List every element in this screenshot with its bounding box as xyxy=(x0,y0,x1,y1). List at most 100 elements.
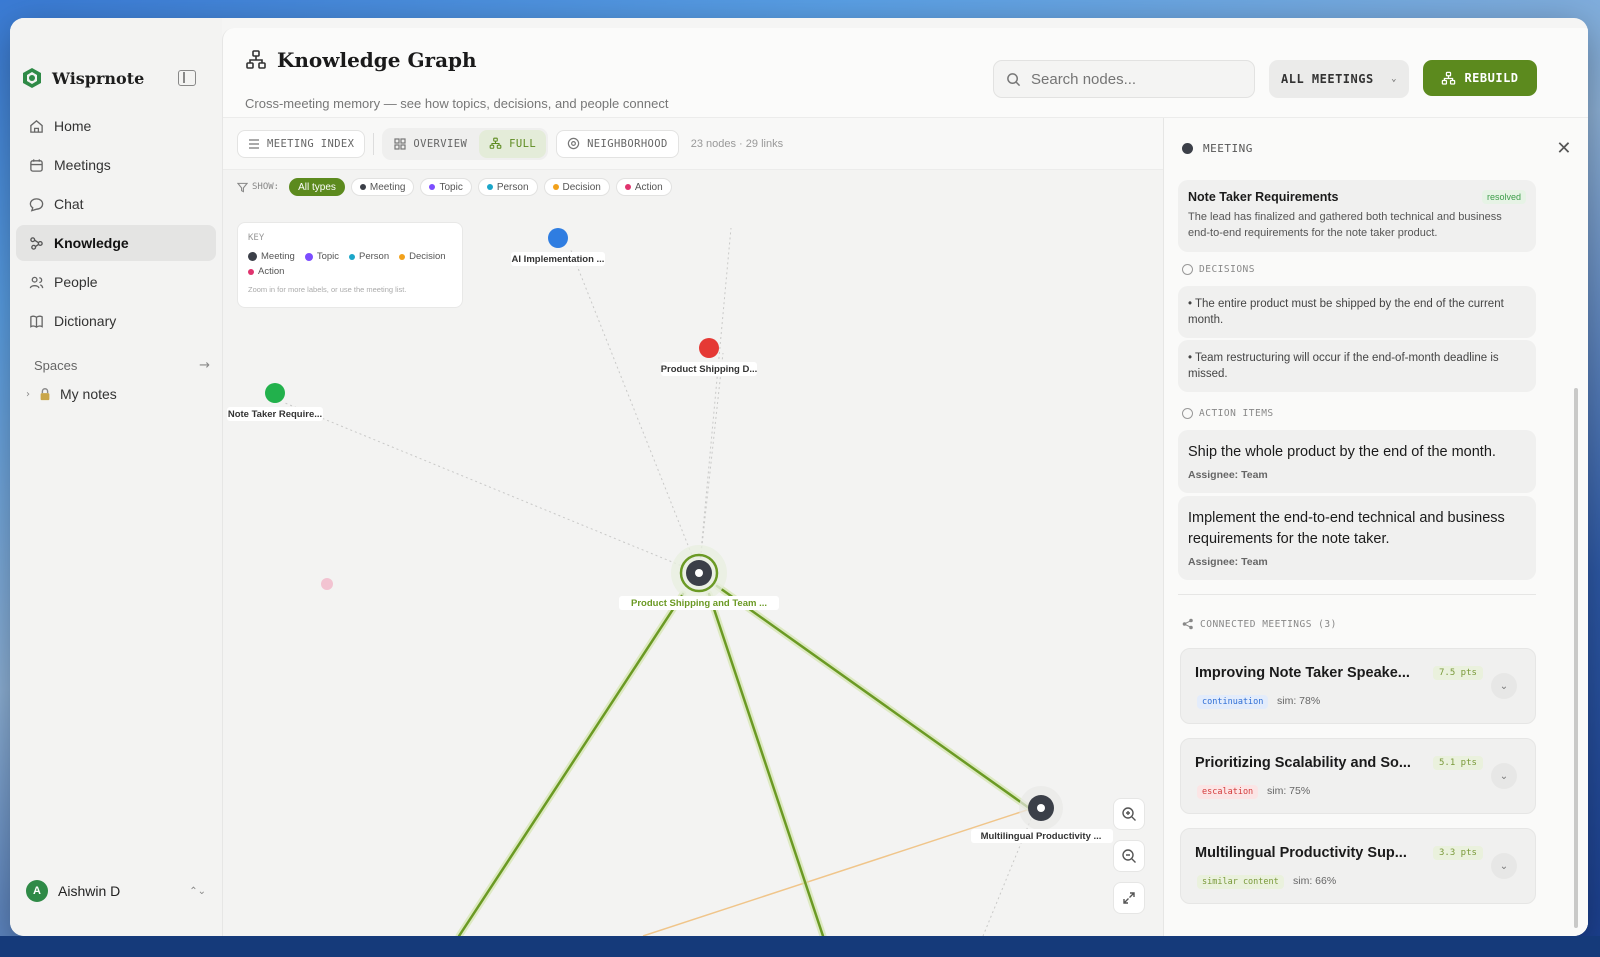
points-badge: 5.1 pts xyxy=(1433,756,1483,770)
fit-view-button[interactable] xyxy=(1113,882,1145,914)
scrollbar[interactable] xyxy=(1574,388,1578,928)
zoom-controls xyxy=(1113,798,1145,914)
space-item-my-notes[interactable]: › My notes xyxy=(26,386,117,402)
connected-label: CONNECTED MEETINGS (3) xyxy=(1200,618,1337,630)
page-header: Knowledge Graph Cross-meeting memory — s… xyxy=(223,28,1588,118)
points-badge: 7.5 pts xyxy=(1433,666,1483,680)
action-item: Ship the whole product by the end of the… xyxy=(1178,430,1536,494)
graph-node-note-taker-requirements[interactable]: Note Taker Require... xyxy=(227,383,323,421)
legend-item-topic: Topic xyxy=(304,251,339,262)
search-input[interactable] xyxy=(1031,70,1231,88)
action-items-heading: ACTION ITEMS xyxy=(1182,408,1274,419)
sidebar-item-people[interactable]: People xyxy=(16,264,216,300)
section-divider xyxy=(1178,594,1536,595)
chevron-right-icon: › xyxy=(26,388,30,400)
sidebar-item-label: Knowledge xyxy=(54,235,129,251)
sidebar-item-home[interactable]: Home xyxy=(16,108,216,144)
decision-edge xyxy=(642,807,1034,936)
graph-node-ai-implementation[interactable]: AI Implementation ... xyxy=(511,228,605,266)
knowledge-icon xyxy=(28,235,44,251)
brand-name: Wisprnote xyxy=(52,68,145,88)
share-icon xyxy=(1182,618,1193,630)
strong-edges xyxy=(455,582,1033,936)
home-icon xyxy=(28,118,44,134)
calendar-icon xyxy=(28,157,44,173)
close-icon[interactable]: ✕ xyxy=(1556,138,1572,159)
legend-title: KEY xyxy=(248,233,265,243)
action-node xyxy=(321,578,333,590)
people-icon xyxy=(28,274,44,290)
node-detail-panel: MEETING ✕ Note Taker Requirements resolv… xyxy=(1163,118,1588,936)
similarity-score: sim: 75% xyxy=(1267,785,1311,797)
connected-meeting-card[interactable]: Multilingual Productivity Sup... 3.3 pts… xyxy=(1180,828,1536,904)
search-box[interactable] xyxy=(993,60,1255,98)
chevron-down-icon[interactable]: ⌄ xyxy=(1491,673,1517,699)
points-badge: 3.3 pts xyxy=(1433,846,1483,860)
graph-panel: MEETING INDEX OVERVIEW FULL NEIGHBORHOOD xyxy=(223,118,1163,936)
graph-icon xyxy=(1442,71,1456,85)
zoom-out-icon xyxy=(1122,849,1136,863)
sidebar-nav: Home Meetings Chat Knowledge People Dict… xyxy=(16,108,216,342)
sidebar: Wisprnote Home Meetings Chat Knowledge P… xyxy=(10,18,222,936)
meeting-filter-dropdown[interactable]: ALL MEETINGS ⌄ xyxy=(1269,60,1409,98)
sidebar-item-chat[interactable]: Chat xyxy=(16,186,216,222)
chevron-down-icon[interactable]: ⌄ xyxy=(1491,853,1517,879)
legend-hint: Zoom in for more labels, or use the meet… xyxy=(248,285,407,294)
connected-meetings-heading: CONNECTED MEETINGS (3) xyxy=(1182,618,1337,630)
detail-type-label: MEETING xyxy=(1203,142,1253,155)
status-badge: resolved xyxy=(1481,190,1526,204)
page-title-text: Knowledge Graph xyxy=(277,48,477,72)
lock-icon xyxy=(40,388,50,401)
main-content: Knowledge Graph Cross-meeting memory — s… xyxy=(222,28,1588,936)
legend-item-decision: Decision xyxy=(399,251,446,262)
zoom-in-icon xyxy=(1122,807,1136,821)
action-title: Implement the end-to-end technical and b… xyxy=(1188,510,1505,548)
node-label: AI Implementation ... xyxy=(512,254,605,265)
page-title: Knowledge Graph xyxy=(245,48,477,72)
legend-item-person: Person xyxy=(349,251,389,262)
sidebar-item-label: Home xyxy=(54,118,92,134)
sidebar-toggle-icon[interactable] xyxy=(178,70,196,86)
meeting-dot-icon xyxy=(1182,143,1193,154)
rebuild-label: REBUILD xyxy=(1464,71,1519,85)
similarity-score: sim: 78% xyxy=(1277,695,1321,707)
zoom-in-button[interactable] xyxy=(1113,798,1145,830)
rebuild-button[interactable]: REBUILD xyxy=(1423,60,1537,96)
expand-icon xyxy=(1123,892,1135,904)
sidebar-item-meetings[interactable]: Meetings xyxy=(16,147,216,183)
user-name: Aishwin D xyxy=(58,883,121,899)
faint-edges xyxy=(284,227,1034,936)
legend-item-meeting: Meeting xyxy=(248,251,295,262)
my-notes-label: My notes xyxy=(60,386,117,402)
summary-description: The lead has finalized and gathered both… xyxy=(1188,211,1502,239)
sidebar-item-knowledge[interactable]: Knowledge xyxy=(16,225,216,261)
connected-meeting-title: Multilingual Productivity Sup... xyxy=(1195,845,1407,861)
sidebar-item-label: Chat xyxy=(54,196,84,212)
legend-item-action: Action xyxy=(248,266,284,277)
arrow-right-icon[interactable]: → xyxy=(199,358,210,373)
app-window: Wisprnote Home Meetings Chat Knowledge P… xyxy=(10,18,1588,936)
check-circle-icon xyxy=(1182,264,1193,275)
legend-items: Meeting Topic Person Decision Action xyxy=(248,251,452,277)
graph-node-product-shipping-and-team[interactable]: Product Shipping and Team ... xyxy=(619,545,779,610)
page-subtitle: Cross-meeting memory — see how topics, d… xyxy=(245,96,669,111)
summary-title-row: Note Taker Requirements resolved xyxy=(1188,190,1526,204)
user-menu[interactable]: A Aishwin D ⌃⌄ xyxy=(26,880,206,902)
connected-meeting-card[interactable]: Prioritizing Scalability and So... 5.1 p… xyxy=(1180,738,1536,814)
meeting-filter-label: ALL MEETINGS xyxy=(1281,72,1374,86)
brand[interactable]: Wisprnote xyxy=(20,66,144,90)
check-circle-icon xyxy=(1182,408,1193,419)
similarity-score: sim: 66% xyxy=(1293,875,1337,887)
chevron-down-icon[interactable]: ⌄ xyxy=(1491,763,1517,789)
graph-legend: KEY Meeting Topic Person Decision Action… xyxy=(237,222,463,308)
action-assignee: Assignee: Team xyxy=(1188,469,1268,482)
graph-icon xyxy=(246,50,266,69)
chevron-down-icon: ⌄ xyxy=(1391,74,1397,84)
sidebar-item-dictionary[interactable]: Dictionary xyxy=(16,303,216,339)
zoom-out-button[interactable] xyxy=(1113,840,1145,872)
graph-node-product-shipping-d[interactable]: Product Shipping D... xyxy=(661,338,758,376)
spaces-label: Spaces xyxy=(34,358,78,373)
relation-tag: continuation xyxy=(1197,695,1269,709)
graph-node-multilingual-productivity[interactable]: Multilingual Productivity ... xyxy=(971,786,1113,843)
connected-meeting-card[interactable]: Improving Note Taker Speake... 7.5 pts c… xyxy=(1180,648,1536,724)
